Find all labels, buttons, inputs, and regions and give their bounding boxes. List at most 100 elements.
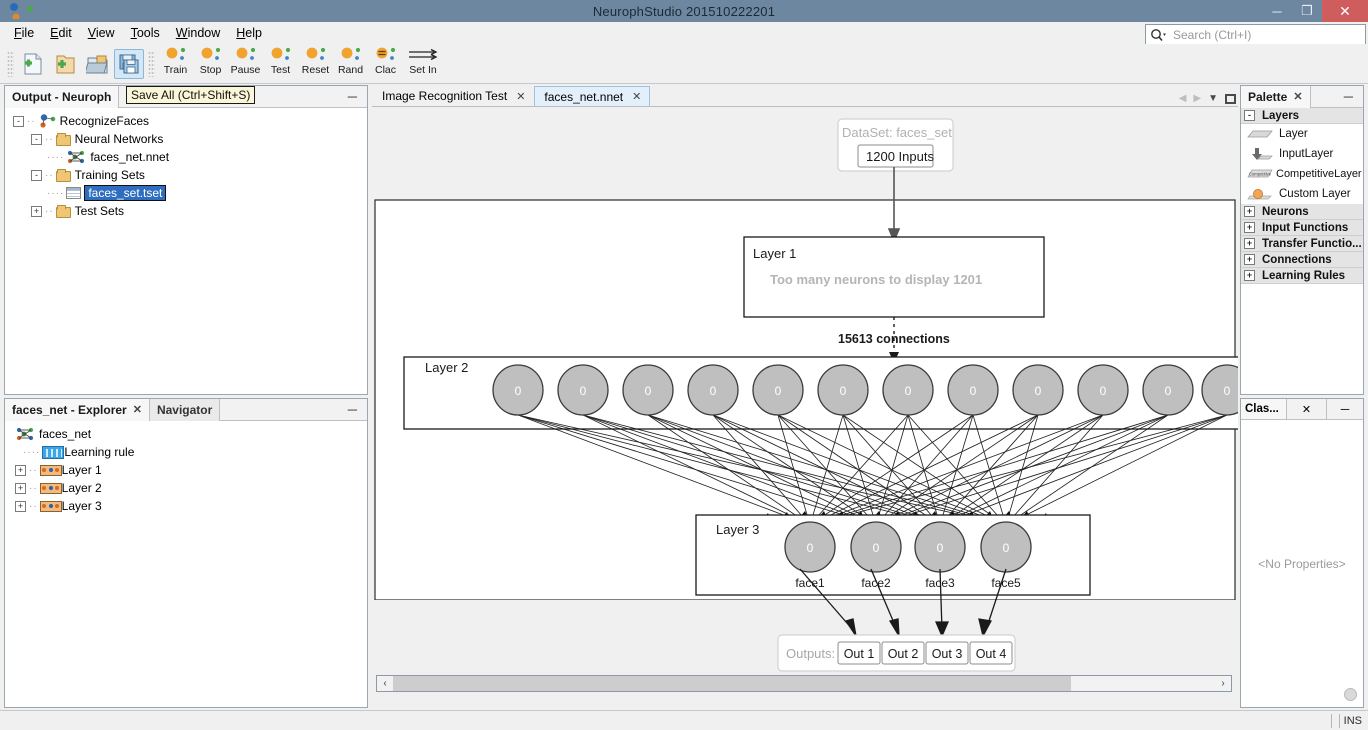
rand-button[interactable]: Rand [334, 47, 367, 81]
pause-button[interactable]: Pause [229, 47, 262, 81]
layer1-node[interactable]: Layer 1 Too many neurons to display 1201 [743, 236, 1045, 318]
output-item[interactable]: Out 4 [969, 641, 1013, 665]
collapse-toggle[interactable]: - [1244, 110, 1255, 121]
stop-button[interactable]: Stop [194, 47, 227, 81]
toolbar-grip-1[interactable] [7, 50, 14, 77]
reset-button[interactable]: Reset [299, 47, 332, 81]
neuron-icon [268, 47, 294, 63]
palette-item-inputlayer[interactable]: InputLayer [1241, 144, 1363, 164]
tree-row-test-sets[interactable]: + ·· Test Sets [11, 202, 367, 220]
close-icon[interactable]: ✕ [1293, 90, 1302, 103]
tree-row-learning-rule[interactable]: ···· Learning rule [11, 443, 367, 461]
toolbar-grip-2[interactable] [148, 50, 155, 77]
scroll-thumb[interactable] [393, 676, 1071, 691]
outputs-node[interactable]: Outputs: Out 1 Out 2 Out 3 Out 4 [777, 634, 1016, 672]
output-panel-minimize-button[interactable]: ─ [338, 89, 367, 104]
tab-navigator[interactable]: Navigator [149, 398, 221, 421]
palette-minimize-button[interactable]: ─ [1334, 89, 1363, 104]
palette-panel-tab[interactable]: Palette ✕ [1241, 85, 1311, 108]
properties-resize-handle[interactable] [1344, 688, 1357, 701]
tree-row-neural-networks[interactable]: - ·· Neural Networks [11, 130, 367, 148]
next-tab-button[interactable]: ▶ [1193, 93, 1201, 104]
palette-group-layers[interactable]: - Layers [1241, 108, 1363, 124]
palette-group-input-functions[interactable]: + Input Functions [1241, 220, 1363, 236]
neuron-icon [198, 47, 224, 63]
tree-guide: ···· [47, 187, 65, 199]
maximize-button[interactable]: ❐ [1292, 0, 1322, 22]
output-panel-tab[interactable]: Output - Neuroph [5, 85, 120, 108]
expand-toggle[interactable]: + [31, 205, 42, 217]
menu-edit[interactable]: Edit [42, 24, 80, 42]
menu-file[interactable]: File [6, 24, 42, 42]
new-file-button[interactable] [18, 49, 48, 79]
search-box[interactable]: Search (Ctrl+I) [1145, 24, 1366, 46]
chevron-down-icon[interactable]: ▼ [1208, 93, 1218, 104]
calc-button[interactable]: Clac [369, 47, 402, 81]
close-icon[interactable]: ✕ [133, 403, 142, 416]
expand-toggle[interactable]: - [13, 115, 24, 127]
output-item[interactable]: Out 1 [837, 641, 881, 665]
expand-toggle[interactable]: + [1244, 254, 1255, 265]
tree-row-faces-net[interactable]: faces_net [11, 425, 367, 443]
expand-toggle[interactable]: + [1244, 270, 1255, 281]
tree-row-faces-net-nnet[interactable]: ···· faces_net.nnet [11, 148, 367, 166]
palette-group-neurons[interactable]: + Neurons [1241, 204, 1363, 220]
close-icon[interactable]: ✕ [1287, 399, 1327, 419]
tab-faces-net-explorer[interactable]: faces_net - Explorer ✕ [5, 398, 150, 421]
tab-faces-net-nnet[interactable]: faces_net.nnet ✕ [534, 86, 651, 106]
search-input[interactable]: Search (Ctrl+I) [1173, 28, 1251, 42]
output-item[interactable]: Out 3 [925, 641, 969, 665]
minimize-button[interactable]: ─ [1262, 0, 1292, 22]
palette-item-custom-layer[interactable]: Custom Layer [1241, 184, 1363, 204]
expand-toggle[interactable]: + [15, 464, 26, 476]
insert-mode-indicator: INS [1343, 714, 1362, 727]
new-project-button[interactable] [50, 49, 80, 79]
expand-toggle[interactable]: - [31, 133, 42, 145]
close-icon[interactable]: ✕ [632, 90, 641, 103]
properties-minimize-button[interactable]: ─ [1327, 399, 1363, 419]
close-button[interactable]: ✕ [1322, 0, 1368, 22]
navigator-tab-label: Navigator [156, 402, 213, 417]
expand-toggle[interactable]: + [1244, 206, 1255, 217]
network-diagram-canvas[interactable]: DataSet: faces_set 1200 Inputs Layer 1 T… [372, 107, 1238, 692]
tree-row-layer-2[interactable]: + ·· Layer 2 [11, 479, 367, 497]
tree-row-recognizefaces[interactable]: - ·· RecognizeFaces [11, 112, 367, 130]
test-button[interactable]: Test [264, 47, 297, 81]
palette-group-transfer-functions[interactable]: + Transfer Functio... [1241, 236, 1363, 252]
train-button[interactable]: Train [159, 47, 192, 81]
tree-row-layer-3[interactable]: + ·· Layer 3 [11, 497, 367, 515]
palette-item-competitivelayer[interactable]: Competitive CompetitiveLayer [1241, 164, 1363, 184]
table-icon [66, 187, 82, 199]
tree-row-faces-set-tset[interactable]: ···· faces_set.tset [11, 184, 367, 202]
scroll-left-button[interactable]: ‹ [377, 678, 393, 689]
menu-window[interactable]: Window [168, 24, 228, 42]
dataset-node[interactable]: DataSet: faces_set 1200 Inputs [837, 118, 954, 172]
palette-item-layer[interactable]: Layer [1241, 124, 1363, 144]
tree-row-training-sets[interactable]: - ·· Training Sets [11, 166, 367, 184]
explorer-panel-minimize-button[interactable]: ─ [338, 402, 367, 417]
prev-tab-button[interactable]: ◀ [1179, 93, 1187, 104]
menu-help[interactable]: Help [228, 24, 270, 42]
expand-toggle[interactable]: + [15, 500, 26, 512]
scroll-right-button[interactable]: › [1215, 678, 1231, 689]
output-item[interactable]: Out 2 [881, 641, 925, 665]
menu-tools[interactable]: Tools [123, 24, 168, 42]
palette-group-learning-rules[interactable]: + Learning Rules [1241, 268, 1363, 284]
canvas-horizontal-scrollbar[interactable]: ‹ › [376, 675, 1232, 692]
expand-toggle[interactable]: + [1244, 222, 1255, 233]
palette-group-connections[interactable]: + Connections [1241, 252, 1363, 268]
scroll-track[interactable] [393, 676, 1215, 691]
neuron: 0 [817, 364, 869, 416]
set-input-button[interactable]: Set In [404, 47, 442, 81]
expand-toggle[interactable]: + [15, 482, 26, 494]
expand-toggle[interactable]: - [31, 169, 42, 181]
tree-row-layer-1[interactable]: + ·· Layer 1 [11, 461, 367, 479]
properties-tab[interactable]: Clas... [1241, 399, 1287, 419]
maximize-icon[interactable] [1225, 93, 1236, 104]
save-all-button[interactable] [114, 48, 144, 79]
expand-toggle[interactable]: + [1244, 238, 1255, 249]
close-icon[interactable]: ✕ [516, 90, 525, 103]
open-project-button[interactable] [82, 49, 112, 79]
menu-view[interactable]: View [80, 24, 123, 42]
tab-image-recognition-test[interactable]: Image Recognition Test ✕ [372, 86, 535, 106]
